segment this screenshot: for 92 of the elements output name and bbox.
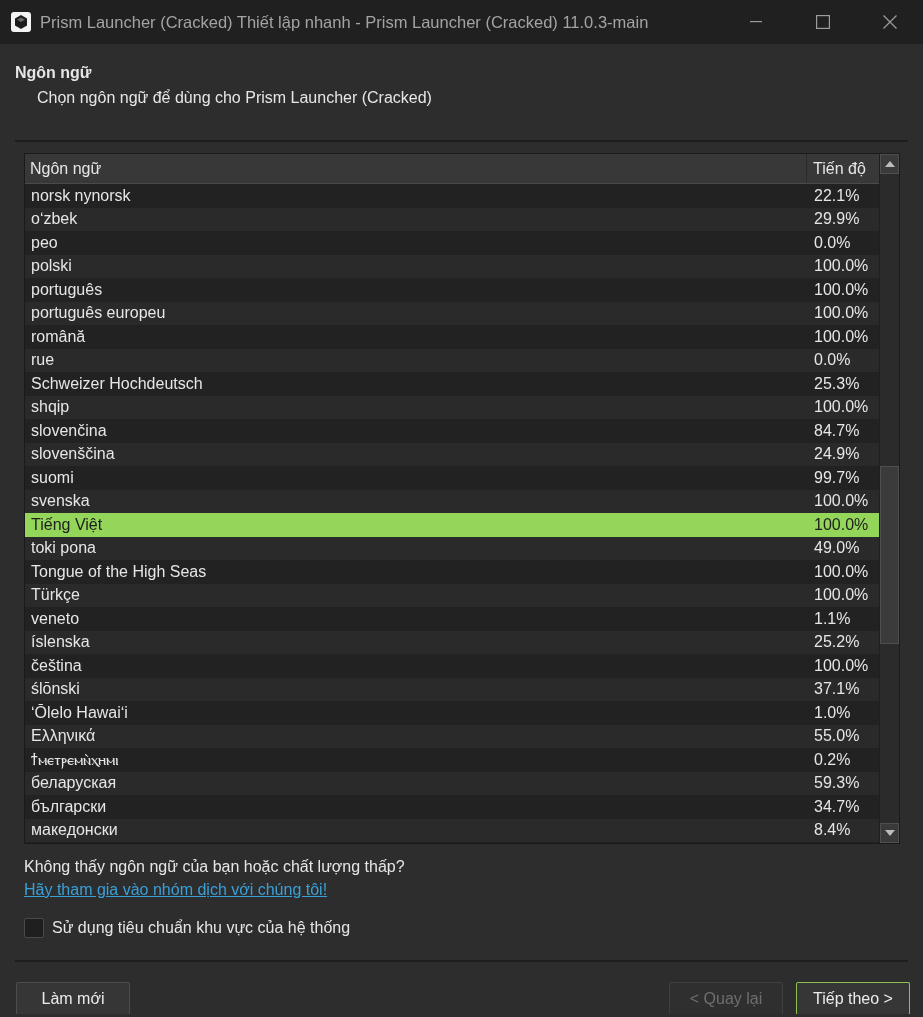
progress-percent: 100.0%	[814, 514, 869, 535]
progress-percent: 100.0%	[814, 585, 869, 606]
progress-percent: 100.0%	[814, 303, 869, 324]
language-name: íslenska	[31, 632, 90, 653]
language-name: norsk nynorsk	[31, 185, 131, 206]
language-name: română	[31, 326, 86, 347]
language-row[interactable]: Tiếng Việt 100.0%	[25, 513, 879, 537]
progress-percent: 25.2%	[814, 632, 860, 653]
language-name: slovenčina	[31, 420, 107, 441]
language-name: Tongue of the High Seas	[31, 561, 207, 582]
dialog-button[interactable]: Làm mới	[16, 982, 130, 1014]
progress-percent: 49.0%	[814, 538, 860, 559]
language-row[interactable]: беларуская 59.3%	[25, 771, 879, 795]
scroll-down-button[interactable]	[880, 823, 899, 843]
scroll-up-button[interactable]	[880, 154, 899, 174]
progress-percent: 1.0%	[814, 702, 851, 723]
language-name: Schweizer Hochdeutsch	[31, 373, 203, 394]
language-row[interactable]: íslenska 25.2%	[25, 630, 879, 654]
language-row[interactable]: македонски 8.4%	[25, 818, 879, 842]
language-row[interactable]: rue 0.0%	[25, 348, 879, 372]
page-title: Ngôn ngữ	[15, 63, 92, 83]
language-name: toki pona	[31, 538, 96, 559]
language-name: ϯⲙⲉⲧⲣⲉⲙⲛ̀ⲭⲏⲙⲓ	[31, 749, 119, 770]
progress-percent: 37.1%	[814, 679, 860, 700]
progress-percent: 84.7%	[814, 420, 860, 441]
language-name: slovenščina	[31, 444, 115, 465]
language-name: български	[31, 796, 107, 817]
progress-percent: 22.1%	[814, 185, 860, 206]
column-header[interactable]: Ngôn ngữ	[25, 154, 807, 183]
progress-percent: 55.0%	[814, 726, 860, 747]
language-row[interactable]: shqip 100.0%	[25, 395, 879, 419]
progress-percent: 34.7%	[814, 796, 860, 817]
progress-percent: 100.0%	[814, 655, 869, 676]
progress-percent: 100.0%	[814, 279, 869, 300]
progress-percent: 0.0%	[814, 350, 851, 371]
language-name: Ελληνικά	[31, 726, 96, 747]
language-name: suomi	[31, 467, 74, 488]
language-name: беларуская	[31, 773, 117, 794]
language-name: peo	[31, 232, 58, 253]
language-row[interactable]: oʻzbek 29.9%	[25, 207, 879, 231]
language-row[interactable]: slovenščina 24.9%	[25, 442, 879, 466]
language-name: rue	[31, 350, 55, 371]
checkbox[interactable]	[24, 918, 44, 938]
language-name: svenska	[31, 491, 90, 512]
progress-percent: 0.0%	[814, 232, 851, 253]
progress-percent: 100.0%	[814, 397, 869, 418]
language-name: português europeu	[31, 303, 166, 324]
language-name: ʻŌlelo Hawaiʻi	[31, 702, 128, 723]
column-header[interactable]: Tiến độ	[807, 154, 879, 183]
down-arrow-icon	[884, 830, 895, 836]
language-name: čeština	[31, 655, 82, 676]
progress-percent: 59.3%	[814, 773, 860, 794]
language-name: Türkçe	[31, 585, 80, 606]
maximize-icon	[815, 15, 830, 29]
progress-percent: 0.2%	[814, 749, 851, 770]
progress-percent: 1.1%	[814, 608, 851, 629]
progress-percent: 100.0%	[814, 491, 869, 512]
scrollbar[interactable]	[879, 154, 899, 843]
language-row[interactable]: svenska 100.0%	[25, 489, 879, 513]
language-name: português	[31, 279, 103, 300]
progress-percent: 100.0%	[814, 256, 869, 277]
language-name: veneto	[31, 608, 80, 629]
help-text: Không thấy ngôn ngữ của bạn hoặc chất lượng thấp?	[24, 857, 405, 877]
progress-percent: 25.3%	[814, 373, 860, 394]
language-name: ślōnski	[31, 679, 80, 700]
checkbox-label[interactable]: Sử dụng tiêu chuẩn khu vực của hệ thống	[52, 917, 351, 939]
minimize-icon	[749, 21, 762, 23]
page-subtitle: Chọn ngôn ngữ để dùng cho Prism Launcher (Cracked)	[37, 88, 432, 108]
language-row[interactable]: português europeu 100.0%	[25, 301, 879, 325]
language-name: Tiếng Việt	[31, 514, 103, 535]
language-row[interactable]: toki pona 49.0%	[25, 536, 879, 560]
up-arrow-icon	[884, 161, 895, 167]
language-name: oʻzbek	[31, 209, 78, 230]
language-row[interactable]: polski 100.0%	[25, 254, 879, 278]
dialog-button[interactable]: Tiếp theo >	[796, 982, 910, 1014]
join-translation-link[interactable]: Hãy tham gia vào nhóm dịch với chúng tôi!	[24, 879, 328, 901]
progress-percent: 29.9%	[814, 209, 860, 230]
progress-percent: 24.9%	[814, 444, 860, 465]
scroll-thumb[interactable]	[880, 466, 899, 644]
language-row[interactable]: ślōnski 37.1%	[25, 677, 879, 701]
app-logo-icon	[11, 12, 31, 32]
progress-percent: 100.0%	[814, 326, 869, 347]
language-row[interactable]: Türkçe 100.0%	[25, 583, 879, 607]
language-name: shqip	[31, 397, 70, 418]
language-row[interactable]: Ελληνικά 55.0%	[25, 724, 879, 748]
progress-percent: 99.7%	[814, 467, 860, 488]
language-name: polski	[31, 256, 72, 277]
progress-percent: 100.0%	[814, 561, 869, 582]
close-icon	[882, 15, 897, 29]
window-title: Prism Launcher (Cracked) Thiết lập nhanh - Prism Launcher (Cracked) 11.0.3-main	[40, 11, 649, 33]
progress-percent: 8.4%	[814, 820, 851, 841]
language-name: македонски	[31, 820, 118, 841]
